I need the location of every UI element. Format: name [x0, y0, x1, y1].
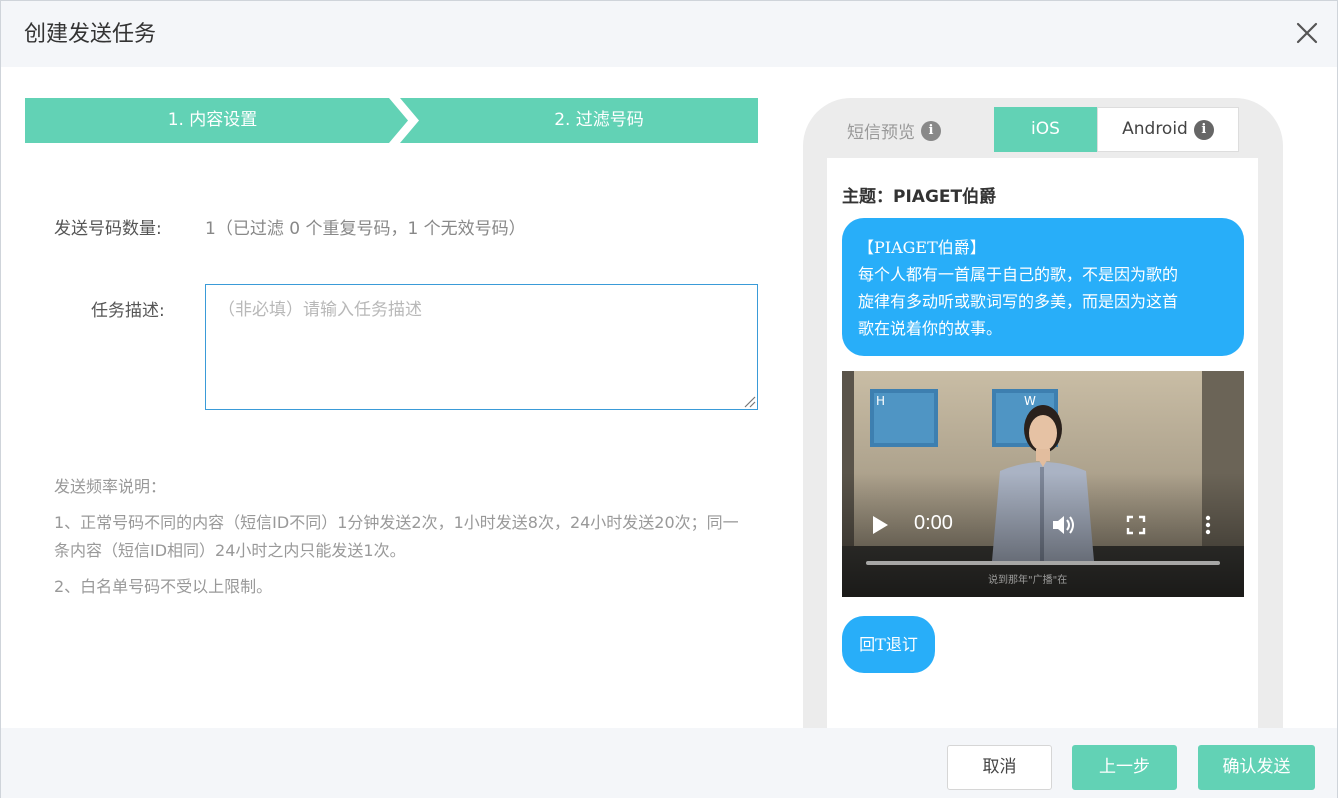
- fullscreen-icon[interactable]: [1126, 515, 1146, 535]
- preview-screen: 主题：PIAGET伯爵 【PIAGET伯爵】 每个人都有一首属于自己的歌，不是因…: [827, 158, 1258, 738]
- play-icon[interactable]: [870, 514, 890, 536]
- step-arrow-icon: [389, 98, 419, 143]
- message-subject: 主题：PIAGET伯爵: [842, 187, 997, 207]
- previous-step-button[interactable]: 上一步: [1072, 745, 1177, 790]
- notes-title: 发送频率说明：: [54, 477, 167, 496]
- tab-android-label: Android: [1122, 119, 1188, 139]
- send-count-label: 发送号码数量:: [54, 219, 162, 239]
- send-frequency-notes: 发送频率说明： 1、正常号码不同的内容（短信ID不同）1分钟发送2次，1小时发送…: [54, 473, 754, 609]
- tab-ios[interactable]: iOS: [994, 107, 1097, 152]
- message-line: 歌在说着你的故事。: [858, 319, 1003, 338]
- dialog-footer: 取消 上一步 确认发送: [1, 728, 1337, 798]
- video-time: 0:00: [914, 512, 953, 534]
- tab-android[interactable]: Android i: [1097, 107, 1239, 152]
- unsubscribe-bubble: 回T退订: [842, 616, 935, 673]
- sms-preview-phone: 短信预览 i iOS Android i 主题：PIAGET伯爵 【PIAGET…: [803, 98, 1283, 738]
- task-desc-input[interactable]: [205, 284, 758, 410]
- confirm-send-button[interactable]: 确认发送: [1198, 745, 1315, 790]
- more-options-icon[interactable]: [1202, 514, 1214, 536]
- task-desc-label: 任务描述:: [91, 301, 165, 321]
- preview-tabs: 短信预览 i iOS Android i: [803, 98, 1283, 156]
- cancel-button[interactable]: 取消: [947, 745, 1052, 790]
- video-subtitle: 说到那年"广播"在: [988, 575, 1068, 586]
- step-filter-numbers: 2. 过滤号码: [400, 98, 758, 143]
- step-label: 2. 过滤号码: [554, 110, 644, 130]
- video-progress-bar[interactable]: [866, 561, 1220, 565]
- volume-icon[interactable]: [1051, 513, 1077, 537]
- info-icon[interactable]: i: [1193, 119, 1214, 140]
- info-icon[interactable]: i: [921, 120, 941, 141]
- preview-label: 短信预览 i: [847, 118, 941, 143]
- create-send-task-dialog: 创建发送任务 1. 内容设置 2. 过滤号码 发送号码数量: 1（已过滤 0 个…: [0, 0, 1338, 798]
- step-content-settings: 1. 内容设置: [25, 98, 400, 143]
- message-line: 每个人都有一首属于自己的歌，不是因为歌的: [858, 265, 1179, 284]
- dialog-title: 创建发送任务: [24, 22, 157, 47]
- dialog-header: 创建发送任务: [1, 1, 1337, 67]
- message-line: 【PIAGET伯爵】: [858, 238, 986, 257]
- message-line: 旋律有多动听或歌词写的多美，而是因为这首: [858, 292, 1179, 311]
- step-indicator: 1. 内容设置 2. 过滤号码: [25, 98, 758, 143]
- notes-item: 2、白名单号码不受以上限制。: [54, 577, 273, 596]
- video-player[interactable]: H W 0:00: [842, 371, 1244, 597]
- send-count-value: 1（已过滤 0 个重复号码，1 个无效号码）: [205, 219, 526, 239]
- notes-item: 1、正常号码不同的内容（短信ID不同）1分钟发送2次，1小时发送8次，24小时发…: [54, 513, 739, 560]
- message-bubble: 【PIAGET伯爵】 每个人都有一首属于自己的歌，不是因为歌的 旋律有多动听或歌…: [842, 218, 1244, 356]
- preview-label-text: 短信预览: [847, 123, 915, 143]
- close-icon[interactable]: [1293, 19, 1321, 47]
